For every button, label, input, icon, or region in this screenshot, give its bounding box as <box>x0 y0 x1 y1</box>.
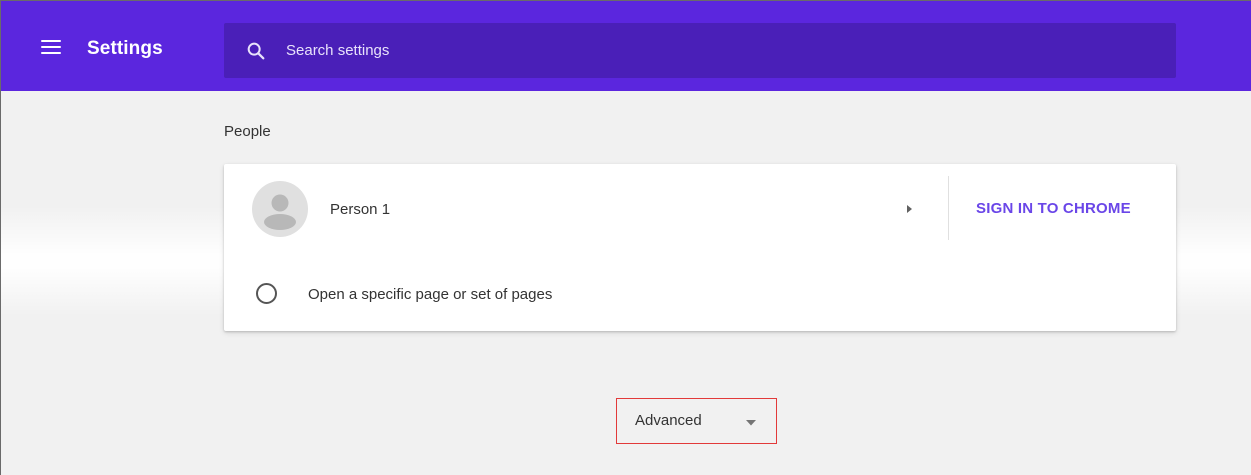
app-title: Settings <box>87 38 163 59</box>
sign-in-button[interactable]: SIGN IN TO CHROME <box>976 200 1131 217</box>
menu-icon[interactable] <box>41 37 65 57</box>
search-input[interactable] <box>286 23 1146 78</box>
caret-down-icon <box>746 420 756 426</box>
person-row[interactable]: Person 1 SIGN IN TO CHROME <box>224 164 1176 254</box>
radio-button[interactable] <box>256 283 277 304</box>
advanced-label: Advanced <box>635 412 702 429</box>
person-name: Person 1 <box>330 201 391 218</box>
section-title-people: People <box>224 123 271 140</box>
settings-window: Settings People Person 1 SIGN IN TO <box>0 0 1251 475</box>
avatar-icon <box>252 181 308 237</box>
advanced-button[interactable]: Advanced <box>616 398 777 444</box>
avatar-silhouette <box>264 194 296 230</box>
search-box[interactable] <box>224 23 1176 78</box>
startup-option-row[interactable]: Open a specific page or set of pages <box>224 264 1176 322</box>
toolbar: Settings <box>1 1 1251 91</box>
search-icon <box>247 42 265 60</box>
arrow-right-icon[interactable] <box>899 199 919 219</box>
divider <box>948 176 949 240</box>
startup-option-label: Open a specific page or set of pages <box>308 286 553 303</box>
people-card: Person 1 SIGN IN TO CHROME Open a specif… <box>224 164 1176 331</box>
